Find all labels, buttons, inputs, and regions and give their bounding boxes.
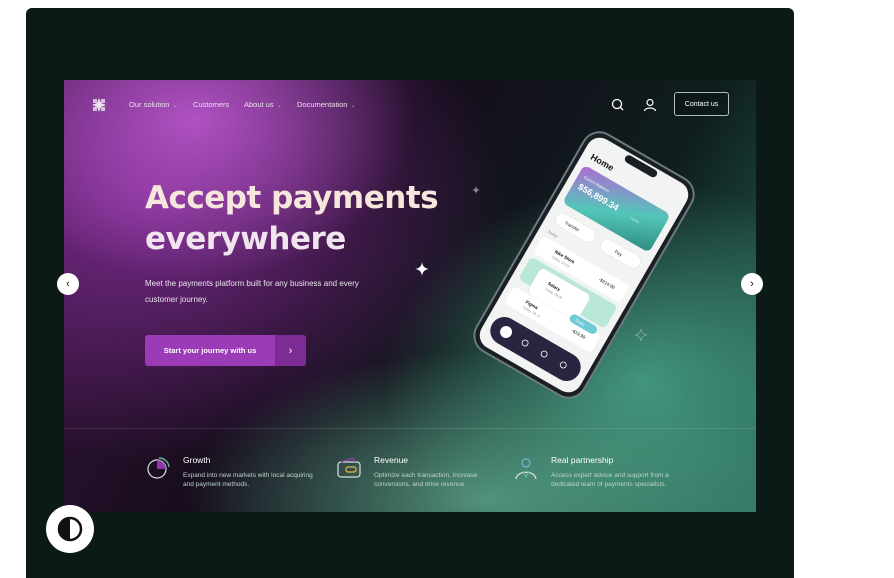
- carousel-prev-button[interactable]: ‹: [57, 273, 79, 295]
- hero-headline: Accept payments everywhere: [145, 178, 445, 260]
- chevron-down-icon: ⌄: [350, 103, 356, 109]
- feature-title: Real partnership: [551, 455, 614, 465]
- top-nav: Our solution ⌄ Customers About us ⌄ Docume…: [64, 92, 756, 120]
- headline-line-1: Accept payments: [145, 180, 439, 216]
- cta-label: Start your journey with us: [163, 346, 257, 355]
- phone-mockup: Home Current Balance $56,899.34 +4.4% Tr…: [473, 131, 695, 399]
- chevron-down-icon: ⌄: [172, 103, 178, 109]
- nav-documentation[interactable]: Documentation ⌄: [297, 100, 355, 109]
- headline-line-2: everywhere: [145, 221, 346, 257]
- nav-label: About us: [244, 100, 274, 109]
- sparkle-icon: [415, 262, 429, 276]
- nav-label: Documentation: [297, 100, 348, 109]
- nav-about-us[interactable]: About us ⌄: [244, 100, 282, 109]
- hero-section: Our solution ⌄ Customers About us ⌄ Docume…: [64, 80, 756, 512]
- feature-desc: Access expert advice and support from a …: [551, 472, 669, 488]
- person-icon: [515, 458, 537, 480]
- chevron-down-icon: ⌄: [276, 103, 282, 109]
- feature-title: Growth: [183, 455, 211, 465]
- chevron-right-icon: ›: [275, 335, 306, 366]
- carousel-next-button[interactable]: ›: [741, 273, 763, 295]
- theme-toggle-button[interactable]: [46, 505, 94, 553]
- contrast-icon: [57, 516, 83, 542]
- nav-label: Our solution: [129, 100, 170, 109]
- hero-divider: [64, 428, 756, 429]
- nav-customers[interactable]: Customers: [193, 100, 229, 109]
- hero-subtitle: Meet the payments platform built for any…: [145, 279, 359, 304]
- feature-desc: Optimize each transaction, increase conv…: [374, 472, 478, 488]
- logo-icon[interactable]: [91, 97, 107, 113]
- search-icon[interactable]: [610, 97, 626, 113]
- user-icon[interactable]: [642, 97, 658, 113]
- wallet-icon: [337, 457, 361, 478]
- nav-label: Customers: [193, 100, 230, 109]
- start-journey-button[interactable]: Start your journey with us ›: [145, 335, 306, 366]
- feature-desc: Expand into new markets with local acqui…: [183, 472, 313, 488]
- page-frame: Our solution ⌄ Customers About us ⌄ Docume…: [26, 8, 794, 578]
- contact-us-button[interactable]: Contact us: [674, 92, 729, 116]
- feature-title: Revenue: [374, 455, 409, 465]
- pie-chart-icon: [147, 457, 170, 479]
- nav-our-solution[interactable]: Our solution ⌄: [129, 100, 177, 109]
